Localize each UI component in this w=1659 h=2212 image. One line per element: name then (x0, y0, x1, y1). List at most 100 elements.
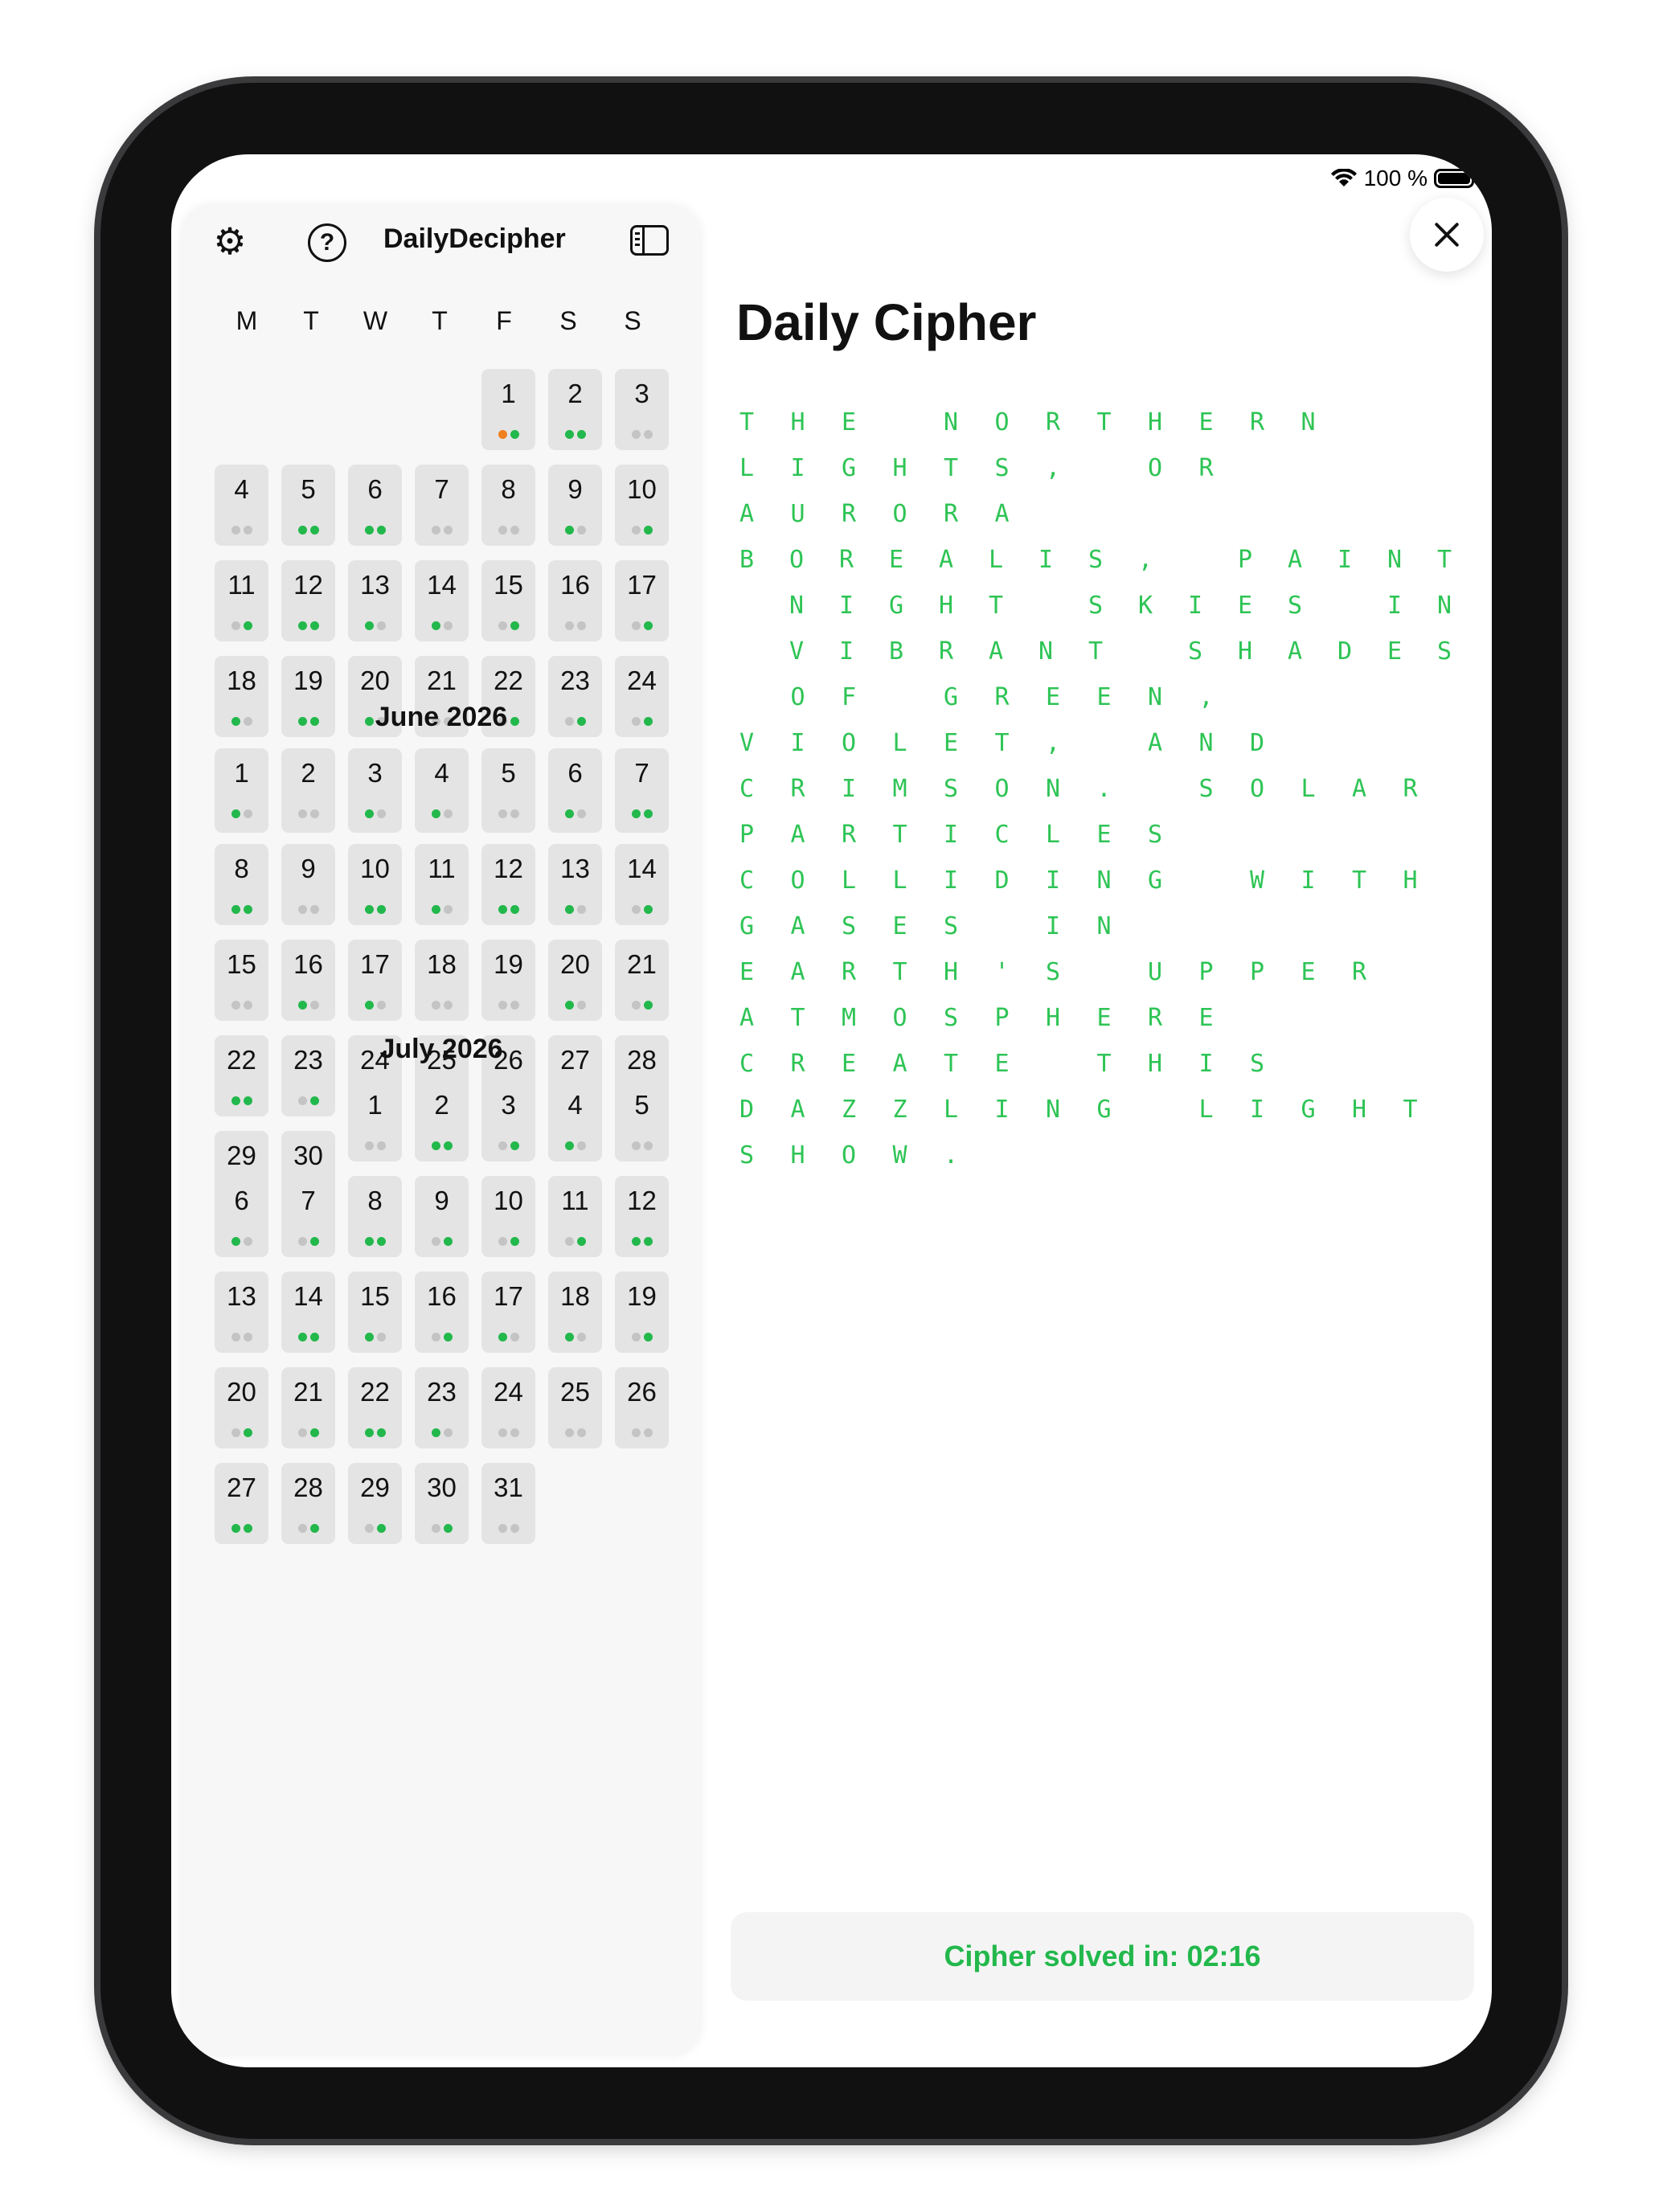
cipher-char[interactable]: T (890, 821, 941, 866)
cipher-char[interactable] (1334, 592, 1384, 637)
cipher-char[interactable]: R (788, 775, 839, 821)
cipher-char[interactable]: T (985, 592, 1035, 637)
cipher-char[interactable]: N (786, 592, 836, 637)
cipher-char[interactable]: N (1145, 683, 1196, 729)
day-cell[interactable]: 16 (548, 560, 602, 641)
cipher-char[interactable]: I (992, 1096, 1043, 1141)
cipher-char[interactable]: Z (890, 1096, 941, 1141)
cipher-char[interactable]: E (1196, 408, 1247, 454)
day-cell[interactable]: 16 (281, 940, 335, 1021)
cipher-char[interactable]: G (886, 592, 936, 637)
cipher-char[interactable]: W (890, 1141, 941, 1187)
cipher-char[interactable]: G (1145, 866, 1196, 912)
cipher-char[interactable]: H (1235, 637, 1284, 683)
day-cell[interactable]: 7 (615, 748, 669, 830)
cipher-char[interactable]: E (1196, 1004, 1247, 1050)
cipher-char[interactable]: E (1235, 592, 1284, 637)
cipher-char[interactable]: N (1094, 866, 1145, 912)
day-cell[interactable]: 16 (415, 1272, 469, 1353)
day-cell[interactable]: 7 (415, 465, 469, 546)
cipher-char[interactable]: P (1196, 958, 1247, 1004)
day-cell[interactable]: 3 (615, 369, 669, 450)
cipher-char[interactable]: A (1145, 729, 1196, 775)
cipher-char[interactable]: R (936, 637, 985, 683)
cipher-char[interactable]: A (936, 546, 985, 592)
cipher-char[interactable]: L (1043, 821, 1094, 866)
day-cell[interactable]: 18 (415, 940, 469, 1021)
day-cell[interactable]: 2 (281, 748, 335, 830)
cipher-char[interactable]: D (992, 866, 1043, 912)
cipher-char[interactable]: S (940, 1004, 992, 1050)
close-button[interactable] (1410, 198, 1484, 272)
cipher-char[interactable]: F (838, 683, 890, 729)
day-cell[interactable]: 22 (348, 1367, 402, 1448)
cipher-char[interactable]: G (940, 683, 992, 729)
day-cell[interactable]: 5 (615, 1080, 669, 1161)
cipher-char[interactable]: H (1145, 408, 1196, 454)
cipher-char[interactable] (736, 592, 786, 637)
cipher-char[interactable]: L (736, 454, 788, 500)
cipher-char[interactable]: T (1094, 408, 1145, 454)
cipher-char[interactable]: L (940, 1096, 992, 1141)
cipher-char[interactable]: T (992, 729, 1043, 775)
cipher-char[interactable]: E (886, 546, 936, 592)
day-cell[interactable]: 13 (548, 844, 602, 925)
cipher-char[interactable] (1196, 866, 1247, 912)
cipher-char[interactable]: T (1400, 1096, 1452, 1141)
day-cell[interactable]: 15 (481, 560, 535, 641)
cipher-char[interactable]: E (1094, 1004, 1145, 1050)
help-icon[interactable]: ? (308, 223, 346, 262)
day-cell[interactable]: 20 (548, 940, 602, 1021)
day-cell[interactable]: 6 (548, 748, 602, 830)
cipher-char[interactable]: A (1284, 546, 1334, 592)
cipher-char[interactable]: C (736, 866, 788, 912)
cipher-char[interactable]: N (1094, 912, 1145, 958)
day-cell[interactable]: 20 (215, 1367, 268, 1448)
cipher-char[interactable]: D (736, 1096, 788, 1141)
cipher-char[interactable]: E (1298, 958, 1350, 1004)
cipher-char[interactable]: I (1043, 912, 1094, 958)
day-cell[interactable]: 14 (281, 1272, 335, 1353)
cipher-char[interactable]: P (1247, 958, 1298, 1004)
cipher-char[interactable] (1185, 546, 1235, 592)
cipher-char[interactable]: A (992, 500, 1043, 546)
cipher-char[interactable]: A (985, 637, 1035, 683)
cipher-char[interactable]: B (886, 637, 936, 683)
cipher-char[interactable]: . (1094, 775, 1145, 821)
cipher-char[interactable]: R (1145, 1004, 1196, 1050)
cipher-char[interactable]: R (838, 821, 890, 866)
day-cell[interactable]: 4 (215, 465, 268, 546)
day-cell[interactable]: 11 (415, 844, 469, 925)
day-cell[interactable]: 11 (215, 560, 268, 641)
cipher-char[interactable] (1043, 1050, 1094, 1096)
cipher-char[interactable]: A (788, 958, 839, 1004)
day-cell[interactable]: 11 (548, 1176, 602, 1257)
day-cell[interactable]: 17 (615, 560, 669, 641)
day-cell[interactable]: 1 (348, 1080, 402, 1161)
cipher-char[interactable] (1094, 958, 1145, 1004)
cipher-char[interactable]: S (992, 454, 1043, 500)
cipher-char[interactable]: A (736, 1004, 788, 1050)
cipher-char[interactable]: O (1247, 775, 1298, 821)
cipher-char[interactable]: I (1043, 866, 1094, 912)
cipher-char[interactable]: I (940, 821, 992, 866)
day-cell[interactable]: 19 (481, 940, 535, 1021)
cipher-char[interactable]: G (838, 454, 890, 500)
cipher-char[interactable]: I (1196, 1050, 1247, 1096)
day-cell[interactable]: 21 (615, 940, 669, 1021)
cipher-char[interactable]: V (736, 729, 788, 775)
cipher-char[interactable]: E (890, 912, 941, 958)
cipher-char[interactable]: A (1284, 637, 1334, 683)
day-cell[interactable]: 26 (615, 1367, 669, 1448)
cipher-char[interactable]: O (838, 1141, 890, 1187)
day-cell[interactable]: 31 (481, 1463, 535, 1544)
cipher-char[interactable]: S (1043, 958, 1094, 1004)
cipher-char[interactable]: S (838, 912, 890, 958)
cipher-char[interactable]: N (1043, 1096, 1094, 1141)
cipher-char[interactable]: N (1035, 637, 1085, 683)
cipher-char[interactable]: T (736, 408, 788, 454)
cipher-char[interactable] (736, 637, 786, 683)
cipher-char[interactable]: A (788, 821, 839, 866)
cipher-char[interactable]: R (836, 546, 886, 592)
cipher-char[interactable]: S (1085, 592, 1135, 637)
